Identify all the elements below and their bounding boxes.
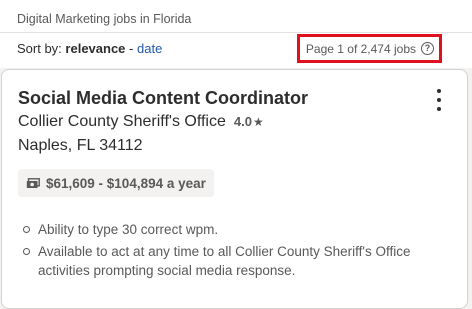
sort-controls: Sort by: relevance - date	[17, 41, 162, 56]
result-count-highlight: Page 1 of 2,474 jobs ?	[297, 34, 442, 63]
bullet-icon	[23, 248, 30, 255]
snippet-item: Ability to type 30 correct wpm.	[19, 220, 449, 239]
star-icon: ★	[252, 115, 264, 129]
sort-relevance: relevance	[65, 41, 126, 56]
results-header: Digital Marketing jobs in Florida Sort b…	[0, 0, 472, 68]
company-rating: 4.0	[233, 114, 252, 129]
job-snippet: Ability to type 30 correct wpm. Availabl…	[19, 220, 449, 283]
company-row: Collier County Sheriff's Office 4.0 ★	[18, 113, 264, 131]
snippet-text: Available to act at any time to all Coll…	[38, 244, 411, 278]
sort-label: Sort by:	[17, 41, 62, 56]
snippet-text: Ability to type 30 correct wpm.	[38, 222, 219, 237]
snippet-item: Available to act at any time to all Coll…	[19, 242, 449, 280]
sort-by-date-link[interactable]: date	[137, 41, 162, 56]
result-count: Page 1 of 2,474 jobs	[305, 41, 416, 56]
kebab-dot	[437, 107, 441, 111]
salary-text: $61,609 - $104,894 a year	[46, 175, 206, 191]
search-description: Digital Marketing jobs in Florida	[17, 12, 192, 26]
salary-badge: $61,609 - $104,894 a year	[18, 169, 214, 197]
job-title[interactable]: Social Media Content Coordinator	[18, 88, 308, 109]
kebab-dot	[437, 89, 441, 93]
header-divider	[0, 32, 472, 33]
sort-separator: -	[129, 41, 134, 56]
kebab-dot	[437, 98, 441, 102]
money-icon	[26, 177, 40, 188]
company-name[interactable]: Collier County Sheriff's Office	[18, 113, 226, 131]
job-card[interactable]: Social Media Content Coordinator Collier…	[1, 69, 468, 309]
job-location: Naples, FL 34112	[18, 137, 143, 154]
kebab-menu-icon[interactable]	[432, 89, 446, 111]
question-circle-icon[interactable]: ?	[421, 42, 434, 55]
bullet-icon	[23, 226, 30, 233]
